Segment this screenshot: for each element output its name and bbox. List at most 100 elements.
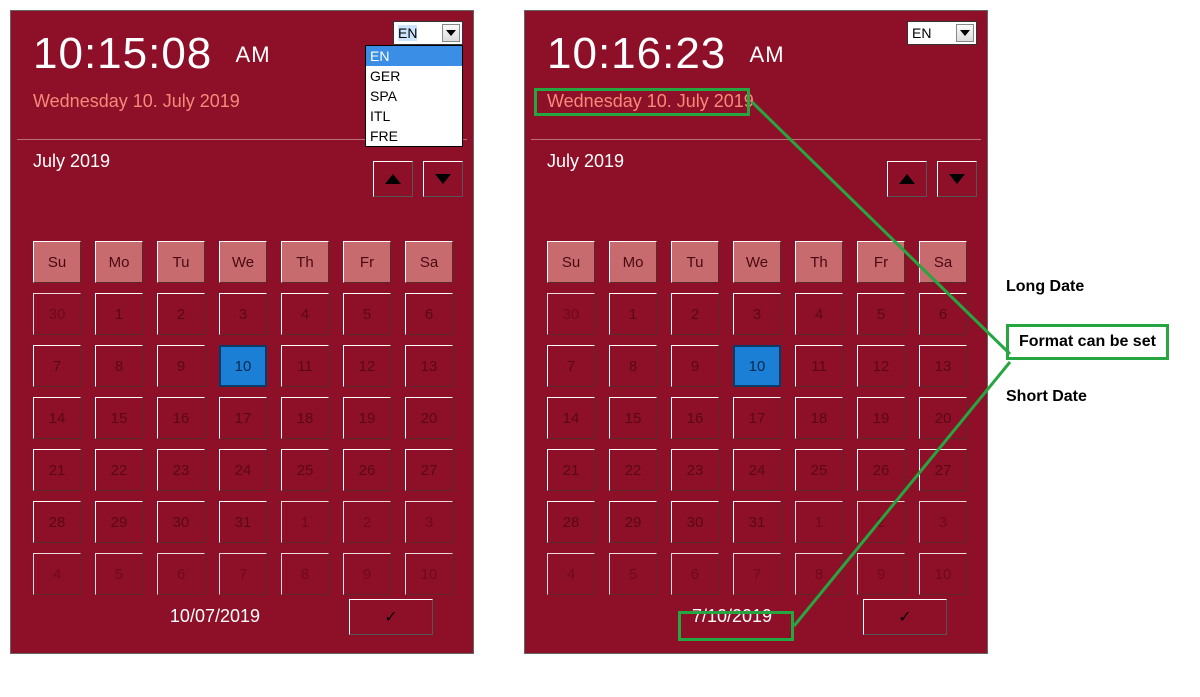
calendar-day[interactable]: 3: [733, 293, 781, 335]
calendar-day[interactable]: 23: [671, 449, 719, 491]
language-select[interactable]: EN: [393, 21, 463, 45]
calendar-day[interactable]: 5: [343, 293, 391, 335]
calendar-day[interactable]: 3: [219, 293, 267, 335]
calendar-day[interactable]: 7: [547, 345, 595, 387]
calendar-day[interactable]: 7: [33, 345, 81, 387]
calendar-day[interactable]: 12: [857, 345, 905, 387]
calendar-day[interactable]: 9: [157, 345, 205, 387]
month-prev-button[interactable]: [887, 161, 927, 197]
calendar-day[interactable]: 6: [671, 553, 719, 595]
calendar-day[interactable]: 31: [219, 501, 267, 543]
calendar-day[interactable]: 2: [343, 501, 391, 543]
confirm-button[interactable]: [349, 599, 433, 635]
calendar-day[interactable]: 29: [609, 501, 657, 543]
calendar-day[interactable]: 9: [857, 553, 905, 595]
calendar-day[interactable]: 7: [733, 553, 781, 595]
calendar-day[interactable]: 20: [405, 397, 453, 439]
calendar-day[interactable]: 31: [733, 501, 781, 543]
calendar-day[interactable]: 3: [405, 501, 453, 543]
language-select[interactable]: EN: [907, 21, 977, 45]
calendar-day[interactable]: 14: [547, 397, 595, 439]
language-dropdown[interactable]: ENGERSPAITLFRE: [365, 45, 463, 147]
language-select-value: EN: [912, 25, 931, 41]
calendar-day[interactable]: 23: [157, 449, 205, 491]
calendar-day[interactable]: 7: [219, 553, 267, 595]
calendar-day[interactable]: 27: [919, 449, 967, 491]
calendar-day[interactable]: 11: [281, 345, 329, 387]
calendar-day[interactable]: 4: [33, 553, 81, 595]
calendar-day[interactable]: 6: [405, 293, 453, 335]
calendar-day[interactable]: 5: [857, 293, 905, 335]
calendar-day[interactable]: 24: [733, 449, 781, 491]
calendar-day[interactable]: 15: [609, 397, 657, 439]
calendar-day[interactable]: 30: [671, 501, 719, 543]
calendar-day[interactable]: 5: [95, 553, 143, 595]
calendar-day[interactable]: 29: [95, 501, 143, 543]
calendar-day[interactable]: 2: [857, 501, 905, 543]
calendar-day[interactable]: 21: [547, 449, 595, 491]
calendar-day[interactable]: 10: [919, 553, 967, 595]
language-option[interactable]: SPA: [366, 86, 462, 106]
calendar-day[interactable]: 1: [281, 501, 329, 543]
calendar-day[interactable]: 28: [547, 501, 595, 543]
calendar-day[interactable]: 28: [33, 501, 81, 543]
calendar-day[interactable]: 6: [157, 553, 205, 595]
calendar-day[interactable]: 4: [547, 553, 595, 595]
calendar-day[interactable]: 30: [547, 293, 595, 335]
calendar-day[interactable]: 27: [405, 449, 453, 491]
calendar-day[interactable]: 9: [671, 345, 719, 387]
calendar-day-today[interactable]: 10: [219, 345, 267, 387]
calendar-day[interactable]: 25: [795, 449, 843, 491]
calendar-day[interactable]: 26: [857, 449, 905, 491]
calendar-day[interactable]: 24: [219, 449, 267, 491]
calendar-day[interactable]: 8: [281, 553, 329, 595]
calendar-day[interactable]: 5: [609, 553, 657, 595]
calendar-day[interactable]: 19: [857, 397, 905, 439]
calendar-day[interactable]: 18: [795, 397, 843, 439]
calendar-day[interactable]: 25: [281, 449, 329, 491]
calendar-day-today[interactable]: 10: [733, 345, 781, 387]
calendar-day[interactable]: 14: [33, 397, 81, 439]
calendar-day[interactable]: 30: [157, 501, 205, 543]
calendar-day[interactable]: 30: [33, 293, 81, 335]
calendar-day[interactable]: 1: [95, 293, 143, 335]
calendar-day[interactable]: 8: [795, 553, 843, 595]
calendar-day[interactable]: 12: [343, 345, 391, 387]
calendar-day[interactable]: 3: [919, 501, 967, 543]
calendar-day[interactable]: 19: [343, 397, 391, 439]
calendar-day[interactable]: 17: [219, 397, 267, 439]
calendar-day[interactable]: 21: [33, 449, 81, 491]
calendar-day[interactable]: 17: [733, 397, 781, 439]
calendar-day[interactable]: 16: [671, 397, 719, 439]
calendar-day[interactable]: 11: [795, 345, 843, 387]
month-next-button[interactable]: [423, 161, 463, 197]
calendar-day[interactable]: 18: [281, 397, 329, 439]
calendar-day[interactable]: 10: [405, 553, 453, 595]
language-option[interactable]: ITL: [366, 106, 462, 126]
calendar-day[interactable]: 20: [919, 397, 967, 439]
month-next-button[interactable]: [937, 161, 977, 197]
language-option[interactable]: GER: [366, 66, 462, 86]
calendar-day[interactable]: 26: [343, 449, 391, 491]
chevron-down-icon: [956, 24, 974, 42]
calendar-day[interactable]: 13: [405, 345, 453, 387]
calendar-day[interactable]: 2: [157, 293, 205, 335]
calendar-day[interactable]: 9: [343, 553, 391, 595]
calendar-day[interactable]: 4: [281, 293, 329, 335]
calendar-day[interactable]: 22: [609, 449, 657, 491]
calendar-day[interactable]: 6: [919, 293, 967, 335]
calendar-day[interactable]: 16: [157, 397, 205, 439]
calendar-day[interactable]: 8: [95, 345, 143, 387]
confirm-button[interactable]: [863, 599, 947, 635]
calendar-day[interactable]: 13: [919, 345, 967, 387]
calendar-day[interactable]: 1: [609, 293, 657, 335]
language-option[interactable]: FRE: [366, 126, 462, 146]
calendar-day[interactable]: 15: [95, 397, 143, 439]
calendar-day[interactable]: 8: [609, 345, 657, 387]
calendar-day[interactable]: 22: [95, 449, 143, 491]
calendar-day[interactable]: 4: [795, 293, 843, 335]
calendar-day[interactable]: 1: [795, 501, 843, 543]
calendar-day[interactable]: 2: [671, 293, 719, 335]
language-option[interactable]: EN: [366, 46, 462, 66]
month-prev-button[interactable]: [373, 161, 413, 197]
